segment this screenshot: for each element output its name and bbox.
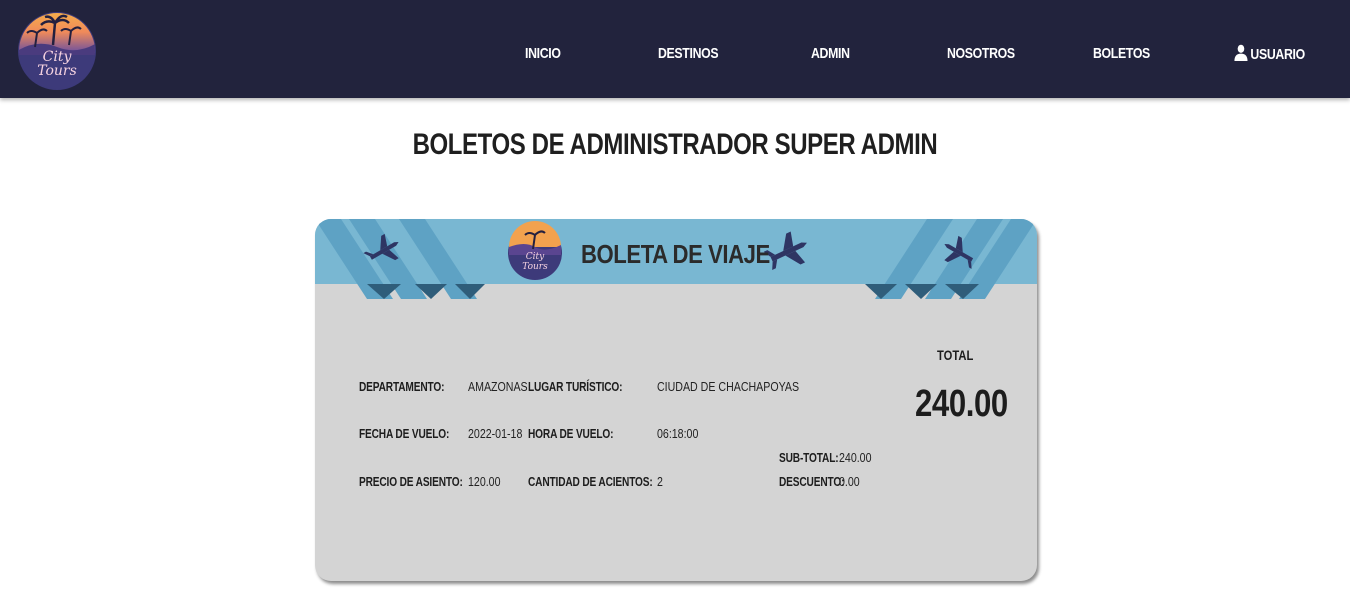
hora-label: HORA DE VUELO:	[528, 426, 614, 441]
fecha-value: 2022-01-18	[468, 427, 523, 441]
nav-nosotros[interactable]: NOSOTROS	[947, 45, 1015, 62]
hora-value: 06:18:00	[657, 427, 699, 441]
departamento-value: AMAZONAS	[468, 380, 528, 394]
precio-value: 120.00	[468, 475, 501, 489]
lugar-label: LUGAR TURÍSTICO:	[528, 379, 623, 394]
fecha-label: FECHA DE VUELO:	[359, 426, 450, 441]
svg-text:Tours: Tours	[522, 262, 548, 272]
ticket-logo: City Tours	[508, 221, 562, 280]
ticket-card: City Tours BOLETA DE VIAJE DEPARTAMENTO:…	[315, 219, 1037, 581]
total-value: 240.00	[915, 383, 1008, 425]
subtotal-value: 240.00	[839, 451, 872, 465]
city-tours-logo[interactable]: City Tours	[17, 11, 97, 91]
nav-inicio[interactable]: INICIO	[525, 45, 561, 62]
cantidad-value: 2	[657, 475, 663, 489]
precio-label: PRECIO DE ASIENTO:	[359, 474, 463, 489]
total-label: TOTAL	[937, 347, 974, 363]
subtotal-label: SUB-TOTAL:	[779, 450, 839, 465]
lugar-value: CIUDAD DE CHACHAPOYAS	[657, 380, 800, 394]
navbar: City Tours INICIO DESTINOS ADMIN NOSOTRO…	[0, 0, 1350, 98]
nav-usuario-label: USUARIO	[1250, 46, 1305, 63]
ticket-title: BOLETA DE VIAJE	[581, 239, 770, 269]
descuento-label: DESCUENTO:	[779, 474, 845, 489]
page-title: BOLETOS DE ADMINISTRADOR SUPER ADMIN	[412, 128, 938, 161]
svg-text:City: City	[526, 252, 545, 262]
user-icon	[1234, 44, 1248, 65]
nav-usuario[interactable]: USUARIO	[1234, 44, 1305, 65]
nav-boletos[interactable]: BOLETOS	[1093, 45, 1150, 62]
nav-admin[interactable]: ADMIN	[811, 45, 850, 62]
svg-text:Tours: Tours	[37, 63, 77, 79]
departamento-label: DEPARTAMENTO:	[359, 379, 445, 394]
cantidad-label: CANTIDAD DE ACIENTOS:	[528, 474, 653, 489]
nav-destinos[interactable]: DESTINOS	[658, 45, 719, 62]
descuento-value: 0.00	[839, 475, 860, 489]
